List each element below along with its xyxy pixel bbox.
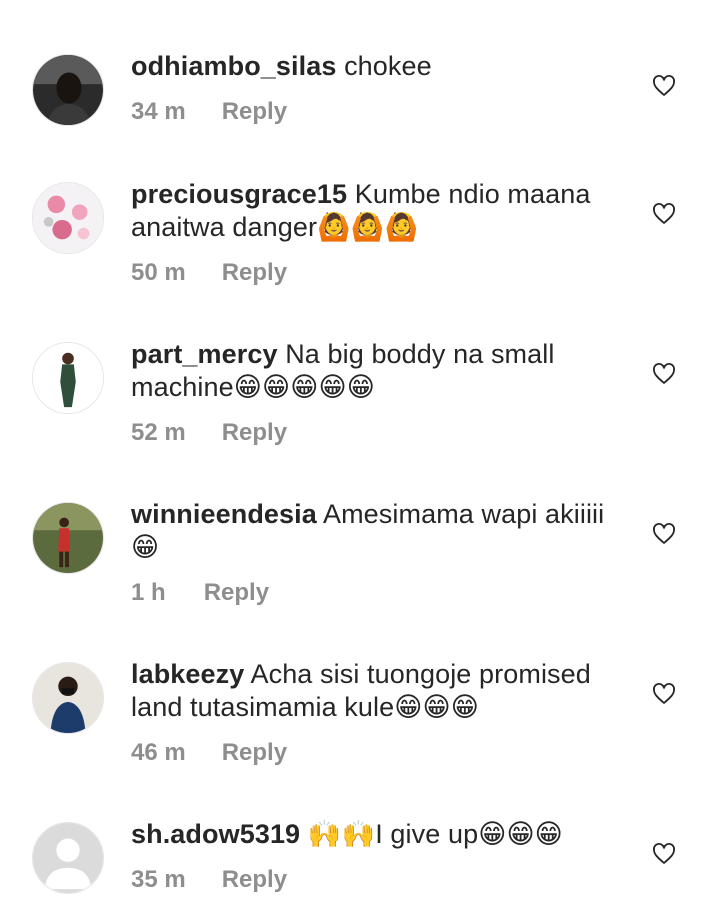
reply-button[interactable]: Reply — [222, 739, 287, 766]
heart-outline-icon — [653, 75, 675, 96]
comment-meta: 50 m Reply — [131, 259, 287, 287]
avatar-image — [33, 343, 103, 413]
reply-button[interactable]: Reply — [222, 866, 287, 893]
comment-time: 52 m — [131, 419, 186, 446]
comment-body: winnieendesia Amesimama wapi akiiiii 😁 — [131, 498, 631, 564]
avatar-image — [33, 663, 103, 733]
avatar-image — [33, 503, 103, 573]
comment-username[interactable]: part_mercy — [131, 339, 278, 369]
like-button[interactable] — [652, 74, 676, 98]
like-button[interactable] — [652, 362, 676, 386]
comment-time: 50 m — [131, 259, 186, 286]
avatar[interactable] — [32, 182, 104, 254]
avatar[interactable] — [32, 54, 104, 126]
comment-meta: 1 h Reply — [131, 579, 269, 607]
comment-body: odhiambo_silas chokee — [131, 50, 631, 83]
comment-username[interactable]: sh.adow5319 — [131, 819, 300, 849]
heart-outline-icon — [653, 843, 675, 864]
comment-meta: 34 m Reply — [131, 98, 287, 126]
avatar-image — [33, 55, 103, 125]
comment-time: 1 h — [131, 579, 166, 606]
comment-time: 35 m — [131, 866, 186, 893]
comment-text: chokee — [336, 51, 432, 81]
comment-username[interactable]: winnieendesia — [131, 499, 317, 529]
comment-time: 34 m — [131, 98, 186, 125]
comment-time: 46 m — [131, 739, 186, 766]
default-avatar-icon — [33, 823, 103, 893]
comment-body: preciousgrace15 Kumbe ndio maana anaitwa… — [131, 178, 631, 244]
avatar-image — [33, 183, 103, 253]
like-button[interactable] — [652, 682, 676, 706]
heart-outline-icon — [653, 203, 675, 224]
reply-button[interactable]: Reply — [222, 419, 287, 446]
comment-meta: 52 m Reply — [131, 419, 287, 447]
like-button[interactable] — [652, 522, 676, 546]
comment-meta: 46 m Reply — [131, 739, 287, 767]
comment-username[interactable]: labkeezy — [131, 659, 244, 689]
comment-meta: 35 m Reply — [131, 866, 287, 894]
avatar[interactable] — [32, 662, 104, 734]
like-button[interactable] — [652, 202, 676, 226]
heart-outline-icon — [653, 523, 675, 544]
reply-button[interactable]: Reply — [222, 259, 287, 286]
like-button[interactable] — [652, 842, 676, 866]
avatar[interactable] — [32, 822, 104, 894]
comment-body: sh.adow5319 🙌🙌I give up😁😁😁 — [131, 818, 631, 851]
reply-button[interactable]: Reply — [204, 579, 269, 606]
comment-body: part_mercy Na big boddy na small machine… — [131, 338, 631, 404]
heart-outline-icon — [653, 683, 675, 704]
avatar[interactable] — [32, 502, 104, 574]
comment-body: labkeezy Acha sisi tuongoje promised lan… — [131, 658, 631, 724]
avatar[interactable] — [32, 342, 104, 414]
heart-outline-icon — [653, 363, 675, 384]
reply-button[interactable]: Reply — [222, 98, 287, 125]
comment-username[interactable]: preciousgrace15 — [131, 179, 347, 209]
comment-username[interactable]: odhiambo_silas — [131, 51, 336, 81]
comment-text: 🙌🙌I give up😁😁😁 — [300, 819, 563, 849]
